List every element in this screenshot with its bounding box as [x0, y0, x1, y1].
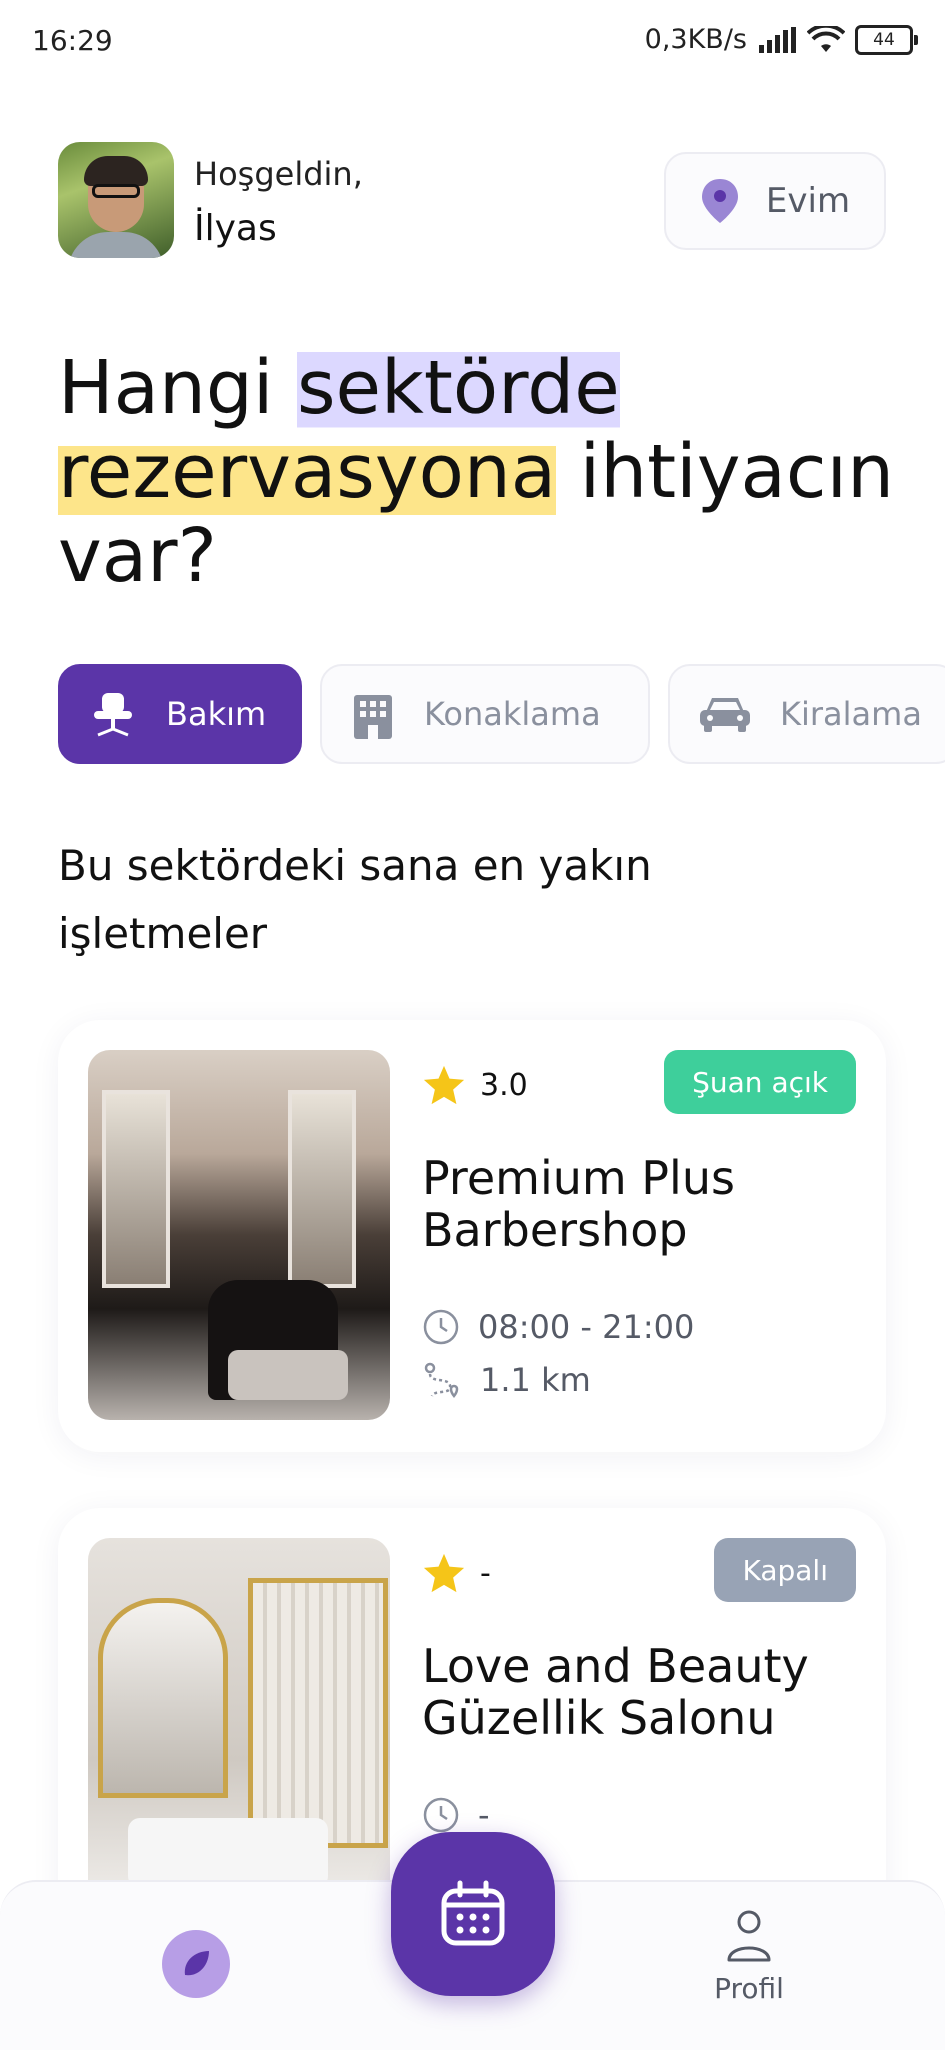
business-name: Premium Plus Barbershop [422, 1151, 735, 1257]
rating-value: - [480, 1555, 491, 1591]
user-name: İlyas [194, 208, 277, 249]
calendar-button[interactable] [391, 1832, 555, 1996]
clock-icon [423, 1309, 459, 1345]
route-icon [424, 1362, 459, 1399]
nav-profile-button[interactable]: Profil [705, 1908, 793, 2005]
star-icon [423, 1065, 465, 1105]
building-icon [354, 695, 392, 739]
user-icon [727, 1910, 771, 1962]
business-hours: 08:00 - 21:00 [422, 1308, 694, 1346]
nav-home-button[interactable] [162, 1930, 230, 1998]
rating-value: 3.0 [480, 1067, 528, 1103]
status-badge: Kapalı [714, 1538, 856, 1602]
business-distance: 1.1 km [422, 1360, 591, 1400]
headline-highlight-reservation: rezervasyona [58, 429, 557, 515]
clock-icon [423, 1797, 459, 1833]
page-title: Hangi sektörde rezervasyona ihtiyacın va… [58, 345, 908, 598]
tab-label: Bakım [166, 695, 267, 733]
battery-icon: 44 [855, 24, 918, 55]
tab-kiralama[interactable]: Kiralama [668, 664, 945, 764]
wifi-icon [807, 25, 845, 52]
nav-profile-label: Profil [714, 1972, 784, 2005]
tab-bakim[interactable]: Bakım [58, 664, 302, 764]
salon-chair-icon [94, 693, 132, 737]
status-right: 0,3KB/s 44 [644, 24, 918, 55]
location-pin-icon [701, 179, 738, 223]
business-photo [88, 1538, 390, 1908]
business-photo [88, 1050, 390, 1420]
business-name: Love and Beauty Güzellik Salonu [422, 1639, 809, 1745]
car-icon [700, 698, 750, 732]
hours-text: 08:00 - 21:00 [478, 1308, 695, 1346]
distance-text: 1.1 km [480, 1361, 591, 1399]
business-rating: - [422, 1552, 491, 1594]
tab-label: Konaklama [424, 695, 601, 733]
headline-part1: Hangi [58, 345, 297, 431]
section-title: Bu sektördeki sana en yakın işletmeler [58, 841, 652, 958]
status-time: 16:29 [32, 24, 113, 57]
status-bar: 16:29 0,3KB/s 44 [0, 0, 945, 84]
headline-highlight-sector: sektörde [296, 345, 620, 431]
location-button[interactable]: Evim [664, 152, 886, 250]
avatar[interactable] [58, 142, 174, 258]
calendar-icon [441, 1880, 505, 1946]
tab-konaklama[interactable]: Konaklama [320, 664, 650, 764]
tab-label: Kiralama [780, 695, 922, 733]
business-rating: 3.0 [422, 1064, 528, 1106]
star-icon [423, 1553, 465, 1593]
leaf-icon [184, 1951, 209, 1976]
network-speed: 0,3KB/s [644, 24, 747, 55]
location-label: Evim [765, 181, 851, 221]
business-card[interactable]: 3.0 Şuan açık Premium Plus Barbershop 08… [58, 1020, 886, 1452]
status-badge: Şuan açık [664, 1050, 856, 1114]
sector-tabs: Bakım Konaklama Kiralama [58, 664, 945, 764]
hours-text: - [478, 1796, 490, 1834]
signal-icon [759, 26, 796, 53]
business-hours: - [422, 1796, 490, 1834]
greeting-text: Hoşgeldin, [194, 155, 363, 193]
